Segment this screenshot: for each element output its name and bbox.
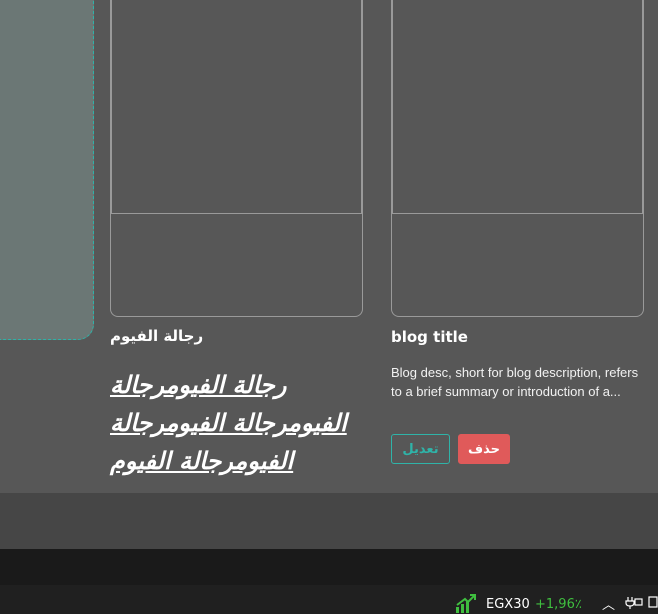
card-description: Blog desc, short for blog description, r… (391, 365, 639, 399)
blog-card-1 (110, 0, 363, 317)
card-image-placeholder (111, 0, 362, 214)
dark-strip (0, 549, 658, 585)
blog-card-2 (391, 0, 644, 317)
ticker-name[interactable]: EGX30 (486, 597, 530, 612)
card-description-link[interactable]: رجالة الفيومرجالة الفيومرجالة الفيومرجال… (110, 366, 350, 480)
battery-plug-icon[interactable] (625, 595, 643, 609)
overlay-shade (0, 493, 658, 549)
tray-icon[interactable] (648, 595, 658, 609)
side-card-panel (0, 0, 94, 340)
delete-button[interactable]: حذف (458, 434, 510, 464)
card-title: رجالة الفيوم (110, 327, 204, 345)
chevron-up-icon[interactable]: ︿ (602, 594, 615, 613)
card-title: blog title (391, 328, 468, 346)
edit-button[interactable]: تعديل (391, 434, 450, 464)
card-image-placeholder (392, 0, 643, 214)
stock-up-icon[interactable] (455, 593, 477, 613)
ticker-change[interactable]: +1,96٪ (535, 597, 582, 612)
